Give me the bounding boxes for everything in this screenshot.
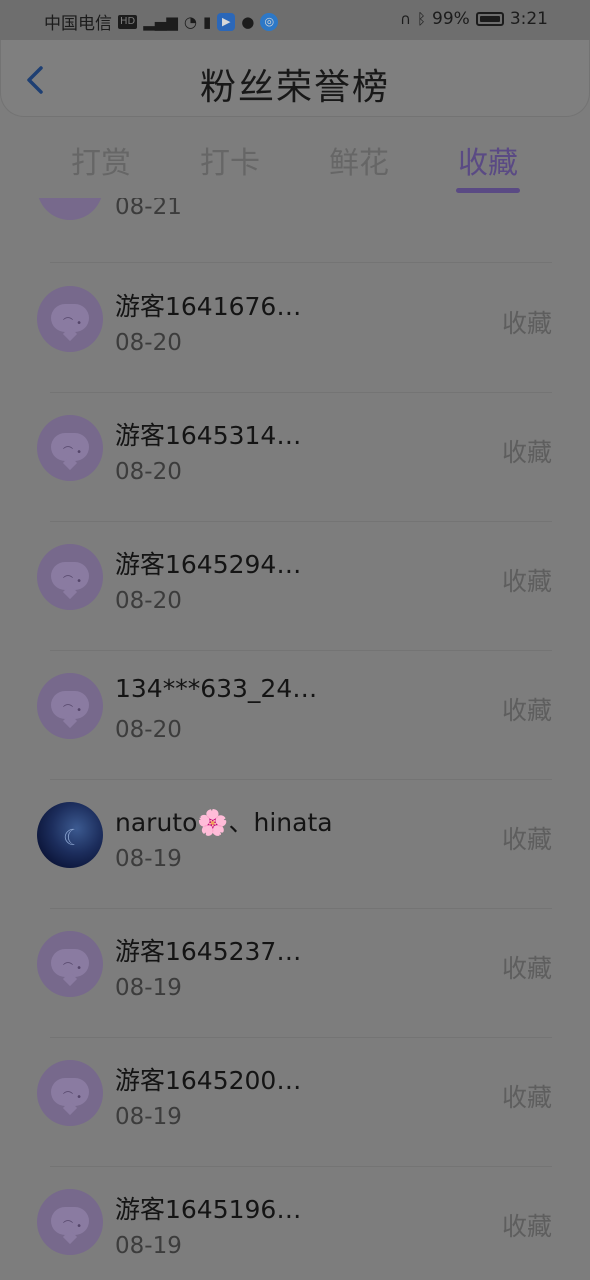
carrier-label: 中国电信 — [44, 14, 112, 34]
sim-icon: ▮ — [202, 12, 212, 31]
item-action-label: 收藏 — [501, 567, 552, 596]
wifi-icon: ◔ — [183, 12, 197, 31]
item-name: 134***633_24… — [115, 674, 318, 703]
avatar: ⌒ • — [37, 1189, 103, 1255]
active-tab-indicator — [456, 188, 520, 193]
hd-badge: HD — [118, 14, 138, 29]
list-item[interactable]: ⌒ • 游客1645237… 08-19 收藏 — [0, 909, 590, 1038]
item-action-label: 收藏 — [501, 309, 552, 338]
wechat-icon: ● — [241, 12, 255, 31]
list-item[interactable]: ⌒ • 游客1645200… 08-19 收藏 — [0, 1038, 590, 1167]
status-right: ∩ ᛒ 99% 3:21 — [400, 9, 548, 29]
item-action-label: 收藏 — [501, 954, 552, 983]
list-item[interactable]: ⌒ • 游客1645196… 08-19 收藏 — [0, 1167, 590, 1280]
item-name: 游客1645314… — [115, 421, 302, 450]
face-icon: ⌒ • — [63, 318, 83, 329]
list-item[interactable]: ⌒ • 134***633_24… 08-20 收藏 — [0, 651, 590, 780]
avatar: ⌒ • — [37, 1060, 103, 1126]
item-date: 08-20 — [115, 588, 182, 614]
tab-favorites[interactable]: 收藏 — [433, 138, 543, 182]
moon-icon: ☾ — [63, 826, 83, 851]
item-name: naruto🌸、hinata — [115, 808, 333, 837]
avatar: ⌒ • — [37, 544, 103, 610]
item-date: 08-21 — [115, 198, 182, 220]
face-icon: ⌒ • — [63, 705, 83, 716]
browser-notification-icon: ◎ — [260, 12, 279, 31]
face-icon: ⌒ • — [63, 447, 83, 458]
page-title: 粉丝荣誉榜 — [199, 67, 390, 108]
avatar: ⌒ • — [37, 673, 103, 739]
face-icon: ⌒ • — [63, 1092, 83, 1103]
battery-fill — [479, 16, 500, 22]
avatar — [37, 198, 103, 220]
item-date: 08-20 — [115, 459, 182, 485]
item-date: 08-19 — [115, 1104, 182, 1130]
item-date: 08-20 — [115, 330, 182, 356]
app-header: 粉丝荣誉榜 — [0, 40, 590, 117]
tab-flowers[interactable]: 鲜花 — [304, 138, 414, 182]
tab-reward[interactable]: 打赏 — [46, 138, 156, 182]
list-item[interactable]: 08-21 — [0, 198, 590, 264]
face-icon: ⌒ • — [63, 963, 83, 974]
status-left: 中国电信 HD ▂▄▆ ◔ ▮ ▶ ● ◎ — [44, 9, 279, 34]
item-date: 08-20 — [115, 717, 182, 743]
item-name: 游客1641676… — [115, 292, 302, 321]
item-action-label: 收藏 — [501, 1083, 552, 1112]
battery-icon — [475, 12, 504, 26]
item-action-label: 收藏 — [501, 825, 552, 854]
list-item[interactable]: ☾ naruto🌸、hinata 08-19 收藏 — [0, 780, 590, 909]
item-name: 游客1645294… — [115, 550, 302, 579]
item-name: 游客1645200… — [115, 1066, 302, 1095]
avatar: ⌒ • — [37, 931, 103, 997]
avatar: ⌒ • — [37, 415, 103, 481]
list-item[interactable]: ⌒ • 游客1645294… 08-20 收藏 — [0, 522, 590, 651]
item-name: 游客1645196… — [115, 1195, 302, 1224]
item-name: 游客1645237… — [115, 937, 302, 966]
app-notification-icon: ▶ — [217, 12, 236, 31]
avatar: ⌒ • — [37, 286, 103, 352]
tab-bar: 打赏 打卡 鲜花 收藏 — [0, 128, 590, 198]
avatar: ☾ — [37, 802, 103, 868]
headphones-icon: ∩ — [400, 10, 411, 28]
face-icon: ⌒ • — [63, 1221, 83, 1232]
list-item[interactable]: ⌒ • 游客1641676… 08-20 收藏 — [0, 264, 590, 393]
fan-list[interactable]: 08-21 ⌒ • 游客1641676… 08-20 收藏 ⌒ • 游客1645… — [0, 198, 590, 1280]
list-item[interactable]: ⌒ • 游客1645314… 08-20 收藏 — [0, 393, 590, 522]
face-icon: ⌒ • — [63, 576, 83, 587]
bluetooth-icon: ᛒ — [417, 10, 427, 28]
signal-icon: ▂▄▆ — [143, 12, 178, 31]
item-date: 08-19 — [115, 1233, 182, 1259]
divider — [50, 262, 552, 263]
item-date: 08-19 — [115, 975, 182, 1001]
tab-checkin[interactable]: 打卡 — [175, 138, 285, 182]
item-date: 08-19 — [115, 846, 182, 872]
battery-percent: 99% — [432, 9, 470, 29]
clock: 3:21 — [509, 9, 548, 29]
item-action-label: 收藏 — [501, 696, 552, 725]
status-bar: 中国电信 HD ▂▄▆ ◔ ▮ ▶ ● ◎ ∩ ᛒ 99% 3:21 — [0, 0, 590, 40]
item-action-label: 收藏 — [501, 438, 552, 467]
item-action-label: 收藏 — [501, 1212, 552, 1241]
